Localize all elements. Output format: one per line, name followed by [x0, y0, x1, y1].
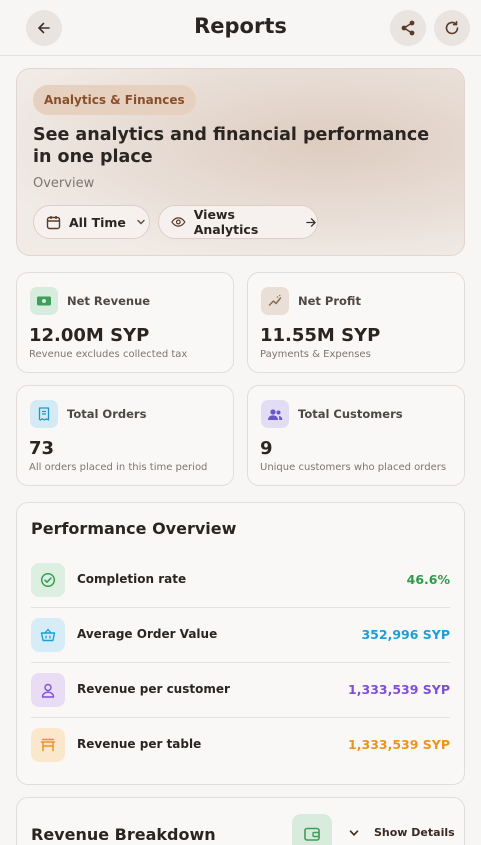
net-profit-value: 11.55M SYP: [260, 325, 381, 346]
net-revenue-card[interactable]: Net Revenue 12.00M SYP Revenue excludes …: [16, 272, 234, 373]
users-icon: [261, 400, 289, 428]
net-profit-card[interactable]: Net Profit 11.55M SYP Payments & Expense…: [247, 272, 465, 373]
net-revenue-note: Revenue excludes collected tax: [29, 349, 188, 360]
revenue-per-customer-row: Revenue per customer 1,333,539 SYP: [31, 663, 450, 718]
net-revenue-label: Net Revenue: [67, 294, 151, 308]
chevron-down-icon: [349, 829, 359, 836]
views-analytics-label: Views Analytics: [193, 207, 259, 237]
share-button[interactable]: [390, 10, 426, 46]
average-order-value-value: 352,996 SYP: [361, 627, 450, 642]
revenue-breakdown-title: Revenue Breakdown: [31, 825, 216, 844]
show-details-button[interactable]: Show Details: [348, 826, 455, 839]
net-profit-note: Payments & Expenses: [260, 349, 371, 360]
revenue-per-table-value: 1,333,539 SYP: [348, 737, 450, 752]
calendar-icon: [46, 215, 61, 229]
show-details-label: Show Details: [374, 826, 455, 839]
views-analytics-button[interactable]: Views Analytics: [158, 205, 318, 239]
revenue-per-table-label: Revenue per table: [77, 737, 202, 751]
revenue-per-table-row: Revenue per table 1,333,539 SYP: [31, 718, 450, 773]
hero-heading: See analytics and financial performance …: [33, 125, 430, 167]
refresh-icon: [445, 21, 459, 35]
total-orders-note: All orders placed in this time period: [29, 462, 208, 473]
refresh-button[interactable]: [434, 10, 470, 46]
eye-icon: [171, 217, 186, 227]
table-icon: [31, 728, 65, 762]
time-filter-dropdown[interactable]: All Time: [33, 205, 150, 239]
total-orders-label: Total Orders: [67, 407, 147, 421]
revenue-breakdown-card: Revenue Breakdown Show Details: [16, 797, 465, 845]
total-customers-value: 9: [260, 438, 273, 459]
total-orders-card[interactable]: Total Orders 73 All orders placed in thi…: [16, 385, 234, 486]
total-customers-note: Unique customers who placed orders: [260, 462, 447, 473]
total-customers-label: Total Customers: [298, 407, 403, 421]
time-filter-label: All Time: [69, 214, 126, 230]
hero-subtitle: Overview: [33, 176, 95, 191]
app-bar: Reports: [0, 0, 481, 56]
completion-rate-value: 46.6%: [406, 572, 450, 587]
category-chip: Analytics & Finances: [33, 85, 196, 115]
net-profit-label: Net Profit: [298, 294, 361, 308]
user-icon: [31, 673, 65, 707]
completion-rate-label: Completion rate: [77, 572, 187, 586]
performance-overview-card: Performance Overview Completion rate 46.…: [16, 502, 465, 785]
revenue-per-customer-value: 1,333,539 SYP: [348, 682, 450, 697]
total-customers-card[interactable]: Total Customers 9 Unique customers who p…: [247, 385, 465, 486]
total-orders-value: 73: [29, 438, 55, 459]
arrow-right-icon: [306, 217, 316, 227]
average-order-value-label: Average Order Value: [77, 627, 218, 641]
hero-card: Analytics & Finances See analytics and f…: [16, 68, 465, 256]
average-order-value-row: Average Order Value 352,996 SYP: [31, 608, 450, 663]
revenue-per-customer-label: Revenue per customer: [77, 682, 230, 696]
share-icon: [401, 20, 415, 36]
chevron-down-icon: [137, 219, 145, 225]
performance-title: Performance Overview: [31, 519, 237, 538]
receipt-icon: [30, 400, 58, 428]
completion-rate-row: Completion rate 46.6%: [31, 553, 450, 608]
net-revenue-value: 12.00M SYP: [29, 325, 150, 346]
trend-icon: [261, 287, 289, 315]
banknote-icon: [30, 287, 58, 315]
wallet-icon: [292, 814, 332, 845]
check-circle-icon: [31, 563, 65, 597]
basket-icon: [31, 618, 65, 652]
